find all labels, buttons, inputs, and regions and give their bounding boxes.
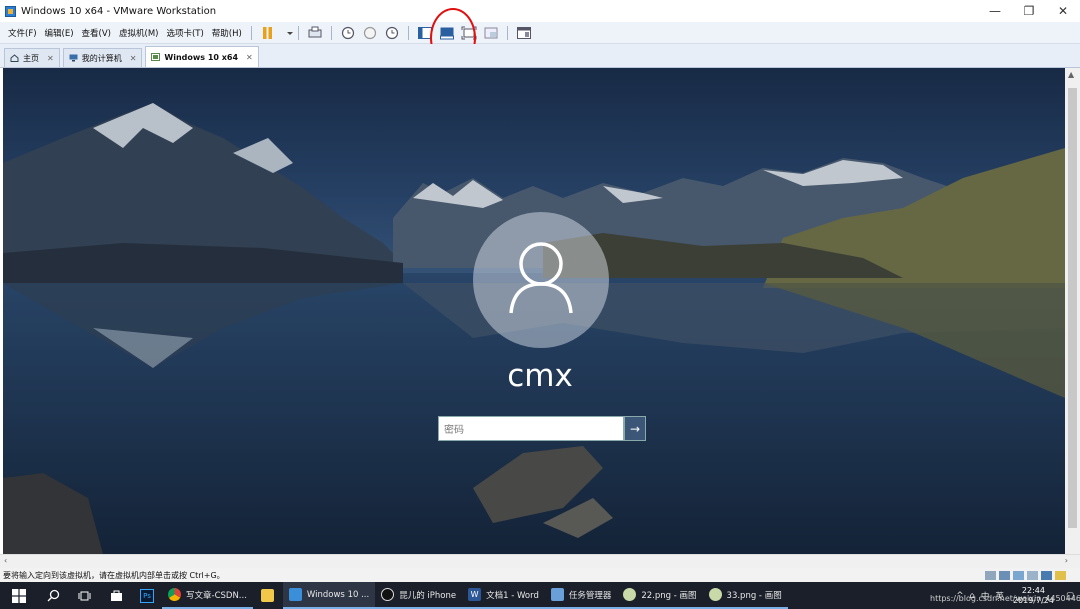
task-view-button[interactable] xyxy=(68,582,100,609)
usb-icon[interactable] xyxy=(1027,570,1038,580)
qq-icon xyxy=(381,588,395,601)
photoshop-button[interactable]: Ps xyxy=(132,582,162,609)
submit-button[interactable]: → xyxy=(624,416,646,441)
taskbar-app-label: 写文章-CSDN... xyxy=(186,590,247,601)
close-tab-icon[interactable]: ✕ xyxy=(246,53,253,62)
taskbar-app-explorer[interactable] xyxy=(253,582,283,609)
taskbar-app-qq[interactable]: 昆儿的 iPhone xyxy=(375,582,463,609)
toolbar-separator xyxy=(330,25,332,40)
tab-windows-10-x64[interactable]: Windows 10 x64 ✕ xyxy=(145,46,259,67)
search-icon xyxy=(47,589,59,602)
home-icon xyxy=(10,54,19,62)
vm-icon xyxy=(151,53,161,61)
folder-icon xyxy=(261,589,275,602)
windows-logo-icon xyxy=(12,588,26,603)
menu-file[interactable]: 文件(F) xyxy=(4,27,41,39)
unity-icon[interactable] xyxy=(483,26,499,40)
taskbar-app-chrome[interactable]: 写文章-CSDN... xyxy=(162,582,253,609)
cd-icon[interactable] xyxy=(999,570,1010,580)
tab-my-computer[interactable]: 我的计算机 ✕ xyxy=(62,48,143,67)
search-button[interactable] xyxy=(38,582,68,609)
user-avatar xyxy=(473,212,609,348)
toolbar-separator xyxy=(297,25,299,40)
taskbar-app-vmware[interactable]: Windows 10 ... xyxy=(282,582,376,609)
paint-icon xyxy=(623,588,637,601)
password-input[interactable]: 密码 xyxy=(438,416,624,441)
menu-help[interactable]: 帮助(H) xyxy=(208,27,246,39)
snapshot-icon[interactable] xyxy=(340,26,356,40)
taskbar-app-label: 昆儿的 iPhone xyxy=(399,590,457,601)
store-icon xyxy=(110,590,122,601)
tab-label: 主页 xyxy=(23,53,39,63)
store-button[interactable] xyxy=(100,582,132,609)
scrollbar-thumb[interactable] xyxy=(1068,88,1077,528)
password-placeholder: 密码 xyxy=(444,425,464,436)
status-bar: 要将输入定向到该虚拟机，请在虚拟机内部单击或按 Ctrl+G。 xyxy=(0,568,1080,582)
status-text: 要将输入定向到该虚拟机，请在虚拟机内部单击或按 Ctrl+G。 xyxy=(3,570,225,580)
close-tab-icon[interactable]: ✕ xyxy=(130,54,137,63)
taskbar: Ps 写文章-CSDN... Windows 10 ... 昆儿的 iPhone… xyxy=(0,582,1080,609)
scroll-up-icon[interactable]: ▲ xyxy=(1068,70,1077,86)
window-title: Windows 10 x64 - VMware Workstation xyxy=(21,5,217,17)
maximize-button[interactable]: ❐ xyxy=(1012,0,1046,22)
message-icon[interactable] xyxy=(1055,570,1066,580)
task-view-icon xyxy=(78,591,90,600)
photoshop-icon: Ps xyxy=(140,588,154,603)
taskbar-app-word[interactable]: W 文档1 - Word xyxy=(462,582,545,609)
horizontal-scrollbar[interactable]: ‹ › xyxy=(0,554,1080,568)
vmware-icon xyxy=(288,588,302,601)
menu-bar: 文件(F) 编辑(E) 查看(V) 虚拟机(M) 选项卡(T) 帮助(H) xyxy=(0,22,1080,44)
device-icons xyxy=(985,570,1066,580)
menu-tabs[interactable]: 选项卡(T) xyxy=(162,27,207,39)
task-manager-icon xyxy=(550,588,564,601)
tab-bar: 主页 ✕ 我的计算机 ✕ Windows 10 x64 ✕ xyxy=(0,44,1080,68)
console-view-icon[interactable] xyxy=(516,26,532,40)
taskbar-app-label: 33.png - 画图 xyxy=(726,590,782,601)
network-icon[interactable] xyxy=(1013,570,1024,580)
scroll-left-icon[interactable]: ‹ xyxy=(4,556,7,565)
taskbar-app-label: 任务管理器 xyxy=(568,590,612,601)
taskbar-app-paint-22[interactable]: 22.png - 画图 xyxy=(617,582,703,609)
revert-snapshot-icon[interactable] xyxy=(362,26,378,40)
tab-label: 我的计算机 xyxy=(81,53,122,63)
title-bar: Windows 10 x64 - VMware Workstation xyxy=(0,0,1080,22)
menu-edit[interactable]: 编辑(E) xyxy=(41,27,78,39)
tab-home[interactable]: 主页 ✕ xyxy=(4,48,60,67)
watermark: https://blog.csdn.net/weixin_44504462 xyxy=(930,594,1080,603)
tab-label: Windows 10 x64 xyxy=(164,52,239,62)
scroll-right-icon[interactable]: › xyxy=(1065,556,1068,565)
taskbar-app-label: Windows 10 ... xyxy=(306,589,370,600)
taskbar-app-task-manager[interactable]: 任务管理器 xyxy=(544,582,618,609)
chrome-icon xyxy=(168,588,181,601)
word-icon: W xyxy=(468,588,482,601)
menu-vm[interactable]: 虚拟机(M) xyxy=(115,27,162,39)
start-button[interactable] xyxy=(0,582,38,609)
menu-view[interactable]: 查看(V) xyxy=(78,27,115,39)
snapshot-manager-icon[interactable] xyxy=(384,26,400,40)
sound-icon[interactable] xyxy=(1041,570,1052,580)
paint-icon xyxy=(708,588,722,601)
chevron-down-icon[interactable] xyxy=(282,26,293,40)
taskbar-app-label: 文档1 - Word xyxy=(486,590,539,601)
computer-icon xyxy=(69,54,78,62)
minimize-button[interactable]: — xyxy=(978,0,1012,22)
pause-icon[interactable] xyxy=(260,26,276,40)
hard-disk-icon[interactable] xyxy=(985,570,996,580)
close-tab-icon[interactable]: ✕ xyxy=(47,54,54,63)
send-keys-icon[interactable] xyxy=(307,26,323,40)
toolbar-separator xyxy=(407,25,409,40)
user-icon xyxy=(509,242,573,314)
close-button[interactable]: ✕ xyxy=(1046,0,1080,22)
window-controls: — ❐ ✕ xyxy=(978,0,1080,22)
toolbar-separator xyxy=(506,25,508,40)
arrow-right-icon: → xyxy=(629,421,641,436)
toolbar-separator xyxy=(250,25,252,40)
vertical-scrollbar[interactable]: ▲ xyxy=(1065,68,1080,554)
taskbar-app-paint-33[interactable]: 33.png - 画图 xyxy=(702,582,788,609)
username-label: cmx xyxy=(507,358,573,394)
vmware-app-icon xyxy=(5,5,16,17)
taskbar-app-label: 22.png - 画图 xyxy=(641,590,697,601)
